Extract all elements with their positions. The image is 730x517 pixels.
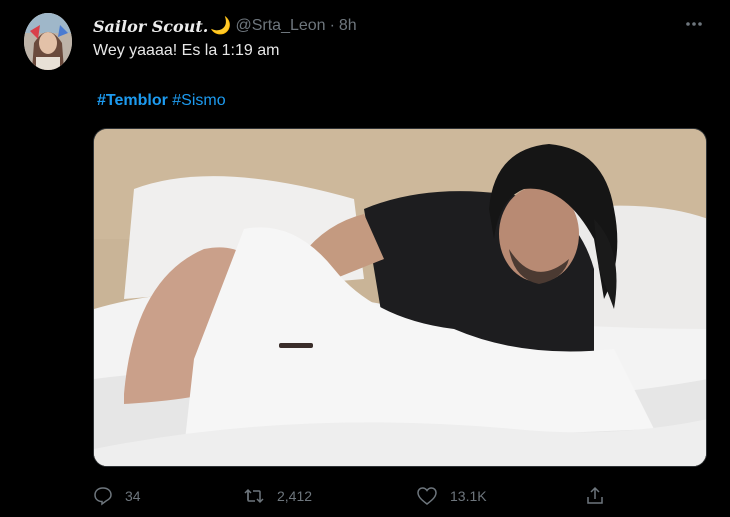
hashtag-sismo[interactable]: #Sismo [172,92,225,109]
display-name[interactable]: Sailor Scout. [93,17,208,36]
hashtag-line: #Temblor #Sismo [97,92,226,110]
hashtag-temblor[interactable]: #Temblor [97,92,168,109]
timestamp[interactable]: 8h [339,17,357,35]
like-count: 13.1K [450,488,487,504]
avatar[interactable] [24,13,72,70]
reply-icon [94,487,112,506]
more-horizontal-icon [686,22,702,26]
tweet-text: Wey yaaaa! Es la 1:19 am [93,42,280,59]
like-button[interactable]: 13.1K [416,483,487,509]
retweet-button[interactable]: 2,412 [243,483,312,509]
tweet-actions: 34 2,412 13.1K [93,483,623,509]
tweet-header: Sailor Scout. 🌙 @Srta_Leon · 8h [93,14,357,38]
retweet-icon [244,488,264,504]
more-options-button[interactable] [684,14,704,34]
separator-dot: · [329,17,335,34]
moon-emoji: 🌙 [210,16,232,35]
heart-icon [417,487,437,505]
tweet-photo[interactable] [93,128,707,467]
share-icon [587,486,603,504]
user-handle[interactable]: @Srta_Leon [235,17,325,35]
reply-button[interactable]: 34 [93,483,141,509]
reply-count: 34 [125,488,141,504]
retweet-count: 2,412 [277,488,313,504]
tweet-card[interactable]: Sailor Scout. 🌙 @Srta_Leon · 8h Wey yaaa… [0,0,730,517]
share-button[interactable] [585,483,605,509]
